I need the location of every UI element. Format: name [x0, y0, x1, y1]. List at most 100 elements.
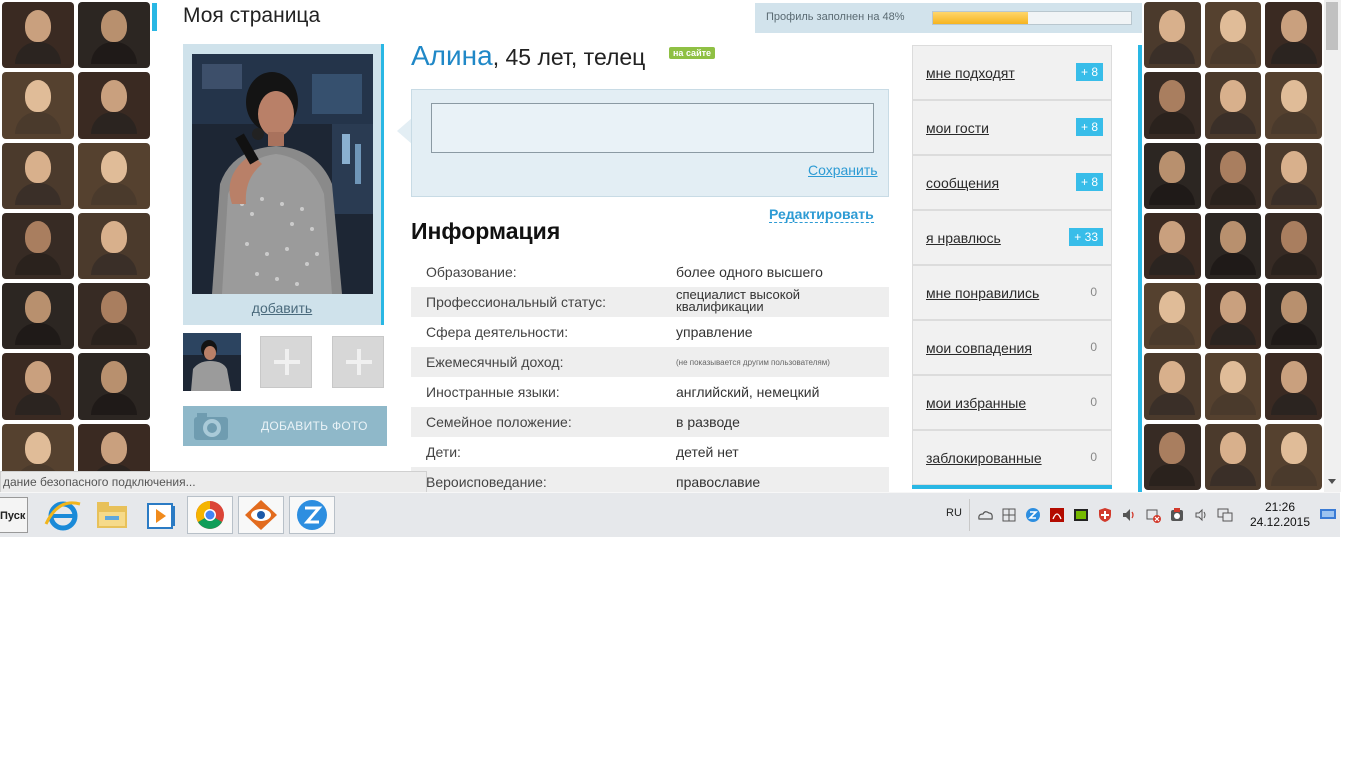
menu-item-label[interactable]: мои совпадения: [926, 340, 1032, 356]
menu-item-count: 0: [1090, 450, 1097, 464]
online-badge: на сайте: [669, 47, 716, 59]
face-tile: [2, 2, 74, 69]
faststone-icon: [245, 500, 277, 530]
menu-item[interactable]: мои гости + 8: [912, 100, 1112, 155]
info-key: Вероисповедание:: [426, 474, 547, 490]
face-tile: [1144, 423, 1201, 490]
security-shield-icon[interactable]: [1097, 507, 1113, 523]
profile-heading: Алина, 45 лет, телец: [411, 40, 645, 72]
face-tile: [1204, 2, 1262, 69]
face-shoulders: [1270, 182, 1317, 205]
face-head: [101, 291, 127, 324]
taskbar-app-zona[interactable]: [289, 496, 335, 534]
antivirus-icon[interactable]: [1169, 507, 1185, 523]
menu-item-badge: + 8: [1075, 63, 1103, 81]
taskbar-app-media[interactable]: [138, 496, 184, 534]
right-accent-bar: [1138, 45, 1142, 492]
face-head: [101, 10, 127, 42]
face-tile: [1204, 353, 1262, 420]
menu-item[interactable]: мне подходят + 8: [912, 45, 1112, 100]
info-row: Профессиональный статус: специалист высок…: [411, 287, 889, 317]
start-label: Пуск: [0, 510, 26, 522]
vertical-scrollbar[interactable]: [1324, 0, 1341, 492]
info-value: православие: [676, 474, 761, 490]
face-tile: [2, 142, 74, 209]
media-player-icon: [147, 503, 175, 529]
face-tile: [1265, 142, 1322, 209]
windows-icon[interactable]: [1001, 507, 1017, 523]
clock[interactable]: 21:26 24.12.2015: [1246, 500, 1314, 530]
face-tile: [1144, 72, 1201, 139]
info-row: Семейное положение: в разводе: [411, 407, 889, 437]
taskbar-app-ie[interactable]: [40, 496, 86, 534]
info-key: Сфера деятельности:: [426, 324, 569, 340]
save-status-link[interactable]: Сохранить: [808, 162, 878, 178]
scroll-down-icon[interactable]: [1328, 479, 1336, 484]
face-head: [1219, 80, 1246, 113]
face-shoulders: [1149, 463, 1196, 486]
face-tile: [1144, 142, 1201, 209]
info-row: Ежемесячный доход: (не показывается други…: [411, 347, 889, 377]
face-tile: [1265, 423, 1322, 490]
show-desktop-icon[interactable]: [1320, 509, 1336, 521]
menu-item-label[interactable]: заблокированные: [926, 450, 1042, 466]
face-shoulders: [1209, 252, 1256, 275]
face-head: [1159, 291, 1186, 324]
face-head: [101, 220, 127, 253]
edit-info-link[interactable]: Редактировать: [769, 206, 874, 223]
onedrive-icon[interactable]: [977, 507, 993, 523]
info-row: Иностранные языки: английский, немецкий: [411, 377, 889, 407]
menu-item-label[interactable]: сообщения: [926, 175, 999, 191]
profile-name[interactable]: Алина: [411, 40, 493, 71]
menu-item[interactable]: мои избранные 0: [912, 375, 1112, 430]
scrollbar-thumb[interactable]: [1326, 2, 1338, 50]
info-key: Иностранные языки:: [426, 384, 560, 400]
face-tile: [1144, 212, 1201, 280]
speaker-icon[interactable]: [1193, 507, 1209, 523]
menu-item-label[interactable]: мне понравились: [926, 285, 1039, 301]
nvidia-icon[interactable]: [1073, 507, 1089, 523]
browser-status-bar: дание безопасного подключения...: [0, 471, 427, 493]
taskbar-app-chrome[interactable]: [187, 496, 233, 534]
menu-bottom-bar: [912, 485, 1112, 489]
zona-tray-icon[interactable]: [1025, 507, 1041, 523]
status-input[interactable]: [431, 103, 874, 153]
taskbar: Пуск RU 21:26 24.12.2015: [0, 492, 1340, 537]
zona-icon: [297, 500, 327, 530]
face-tile: [1144, 353, 1201, 420]
face-head: [1280, 291, 1307, 324]
face-tile: [1204, 283, 1262, 350]
face-tile: [2, 72, 74, 139]
face-shoulders: [1209, 42, 1256, 64]
network-error-icon[interactable]: [1145, 507, 1161, 523]
display-icon[interactable]: [1217, 507, 1233, 523]
menu-item-label[interactable]: я нравлюсь: [926, 230, 1001, 246]
face-shoulders: [15, 323, 61, 346]
face-tile: [1265, 283, 1322, 350]
tray-separator: [969, 499, 970, 531]
acrobat-icon[interactable]: [1049, 507, 1065, 523]
menu-item[interactable]: мне понравились 0: [912, 265, 1112, 320]
taskbar-app-faststone[interactable]: [238, 496, 284, 534]
face-tile: [78, 2, 150, 69]
menu-item[interactable]: сообщения + 8: [912, 155, 1112, 210]
menu-item-label[interactable]: мои избранные: [926, 395, 1026, 411]
face-head: [25, 80, 51, 113]
menu-item[interactable]: я нравлюсь + 33: [912, 210, 1112, 265]
face-head: [1159, 150, 1186, 183]
start-button[interactable]: Пуск: [0, 497, 28, 533]
menu-item-label[interactable]: мои гости: [926, 120, 989, 136]
volume-icon[interactable]: [1121, 507, 1137, 523]
menu-item-count: 0: [1090, 340, 1097, 354]
face-tile: [1144, 2, 1201, 69]
menu-item[interactable]: заблокированные 0: [912, 430, 1112, 485]
language-indicator[interactable]: RU: [946, 507, 962, 519]
menu-item[interactable]: мои совпадения 0: [912, 320, 1112, 375]
menu-item-label[interactable]: мне подходят: [926, 65, 1015, 81]
menu-item-badge: + 8: [1075, 118, 1103, 136]
face-shoulders: [15, 252, 61, 275]
face-shoulders: [15, 42, 61, 64]
face-tile: [2, 283, 74, 350]
info-value: детей нет: [676, 444, 739, 460]
taskbar-app-explorer[interactable]: [89, 496, 135, 534]
